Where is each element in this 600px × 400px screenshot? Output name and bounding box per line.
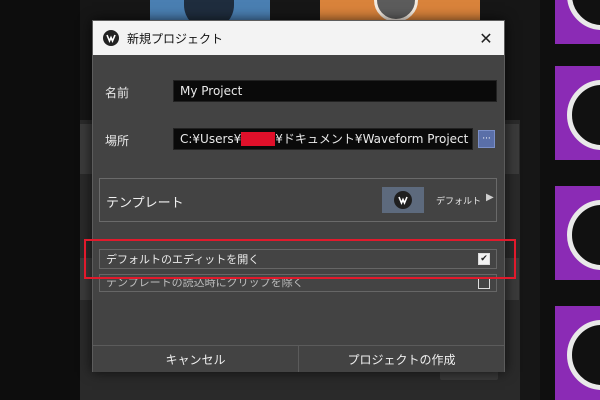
location-suffix: ¥ドキュメント¥Waveform Project — [275, 132, 469, 146]
background-thumbnail-logo — [555, 306, 600, 400]
option-label: テンプレートの読込時にクリップを除く — [106, 277, 304, 289]
location-label: 場所 — [105, 134, 130, 148]
name-label: 名前 — [105, 86, 130, 100]
background-thumbnail-logo — [555, 0, 600, 44]
background-bar — [505, 258, 519, 300]
redacted-username — [241, 131, 276, 146]
option-label: デフォルトのエディットを開く — [106, 253, 260, 266]
browse-button[interactable]: ··· — [478, 130, 495, 148]
background-thumbnail-logo — [555, 186, 600, 280]
background-bar — [505, 124, 519, 174]
dialog-footer: キャンセル プロジェクトの作成 — [93, 345, 504, 372]
location-prefix: C:¥Users¥ — [180, 132, 242, 146]
chevron-right-icon[interactable]: ▶ — [486, 192, 494, 203]
dialog-titlebar: 新規プロジェクト ✕ — [93, 21, 504, 55]
checkbox-unchecked[interactable] — [478, 277, 490, 289]
project-location-field[interactable]: C:¥Users¥ ¥ドキュメント¥Waveform Project — [173, 128, 473, 150]
background-thumbnail-guitar — [150, 0, 270, 22]
background-thumbnail-logo — [555, 66, 600, 160]
waveform-logo-icon — [103, 30, 119, 46]
create-project-button[interactable]: プロジェクトの作成 — [298, 346, 504, 372]
background-thumbnail-orange — [320, 0, 480, 22]
template-selector[interactable]: テンプレート デフォルト ▶ — [99, 178, 497, 222]
template-value: デフォルト — [436, 197, 482, 207]
project-name-input[interactable] — [173, 80, 497, 102]
close-icon[interactable]: ✕ — [468, 21, 504, 55]
option-exclude-clips[interactable]: テンプレートの読込時にクリップを除く — [99, 274, 497, 292]
template-label: テンプレート — [106, 196, 184, 211]
cancel-button[interactable]: キャンセル — [93, 346, 298, 372]
new-project-dialog: 新規プロジェクト ✕ 名前 場所 C:¥Users¥ ¥ドキュメント¥Wavefo… — [92, 20, 505, 372]
option-open-default-edit[interactable]: デフォルトのエディットを開く ✔ — [99, 249, 497, 269]
background-left-panel — [0, 0, 80, 400]
template-thumbnail — [382, 187, 424, 213]
check-icon[interactable]: ✔ — [478, 253, 490, 265]
dialog-title: 新規プロジェクト — [127, 31, 224, 46]
waveform-logo-icon — [394, 191, 412, 209]
